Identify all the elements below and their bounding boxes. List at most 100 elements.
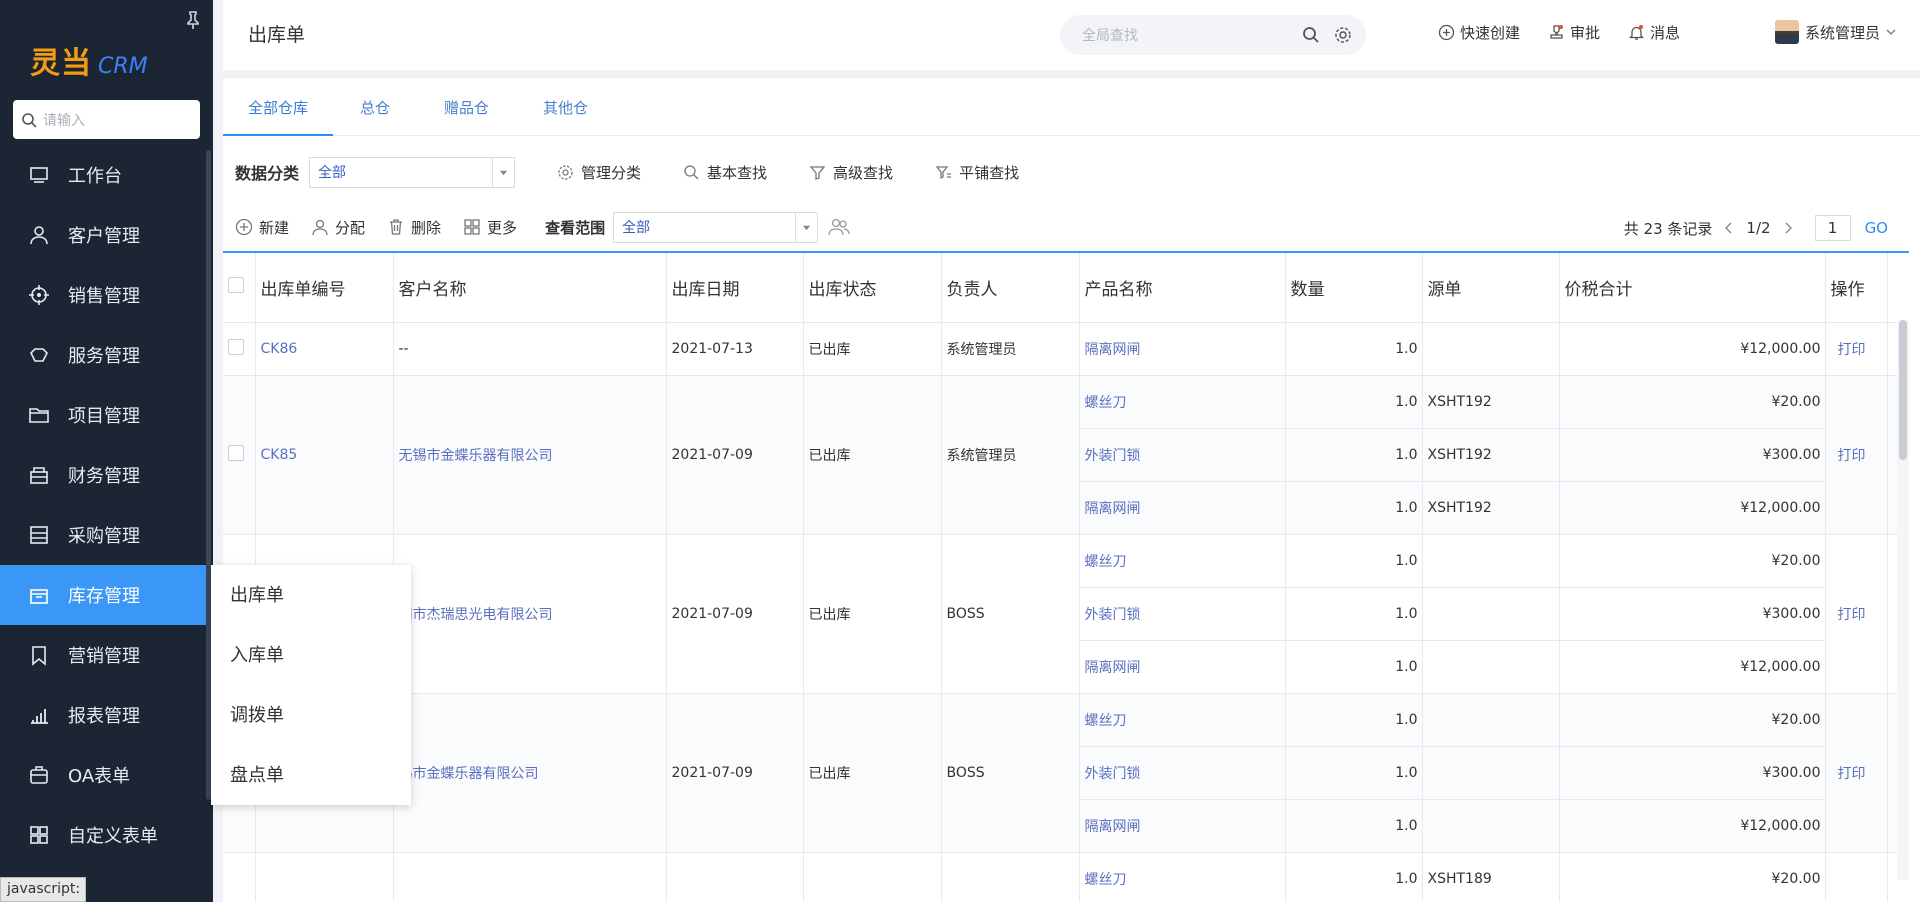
messages-button[interactable]: 消息 [1628,22,1680,43]
page-number-input[interactable]: 1 [1814,215,1851,241]
submenu-stocktake[interactable]: 盘点单 [211,745,411,805]
column-header[interactable]: 产品名称 [1079,253,1286,323]
select-all-checkbox[interactable] [228,276,244,293]
product-name[interactable]: 螺丝刀 [1079,852,1286,902]
quick-create-button[interactable]: 快速创建 [1438,22,1520,43]
product-name[interactable]: 外装门锁 [1079,746,1286,800]
tab-all-warehouses[interactable]: 全部仓库 [223,78,334,136]
data-category-select[interactable]: 全部 [309,156,516,188]
tiled-search-button[interactable]: 平铺查找 [935,162,1019,183]
product-name[interactable]: 螺丝刀 [1079,534,1286,588]
total-with-tax: ¥12,000.00 [1559,640,1826,694]
source-doc [1422,534,1560,588]
sidebar-item-custom-forms[interactable]: 自定义表单 [0,805,213,865]
sidebar-item-inventory[interactable]: 库存管理 [0,565,213,625]
row-checkbox[interactable] [228,338,244,355]
column-header[interactable]: 负责人 [941,253,1080,323]
basic-search-button[interactable]: 基本查找 [683,162,767,183]
column-header[interactable]: 出库日期 [666,253,804,323]
settings-icon[interactable] [1334,26,1352,44]
service-icon [30,348,48,362]
source-doc [1422,640,1560,694]
table-row[interactable]: 螺丝刀 1.0 XSHT189 ¥20.00 [223,852,1909,902]
purchase-icon [30,526,48,544]
order-id[interactable]: CK86 [255,322,394,376]
view-scope-select[interactable]: 全部 [613,211,819,243]
sidebar-item-customers[interactable]: 客户管理 [0,205,213,265]
table-row[interactable]: 圳市杰瑞思光电有限公司 2021-07-09 已出库 BOSS 螺丝刀 1.0 … [223,534,1909,694]
pin-icon[interactable] [183,10,203,30]
product-name[interactable]: 螺丝刀 [1079,375,1286,429]
table-row[interactable]: CK85 无锡市金蝶乐器有限公司 2021-07-09 已出库 系统管理员 螺丝… [223,375,1909,535]
people-icon[interactable] [828,216,850,238]
delete-label: 删除 [411,218,442,237]
print-link[interactable]: 打印 [1825,534,1888,694]
customer-name[interactable]: 无锡市金蝶乐器有限公司 [393,375,667,535]
print-link[interactable]: 打印 [1825,375,1888,535]
product-name[interactable]: 隔离网闸 [1079,322,1286,376]
toolbar: 新建 分配 删除 更多 查看范围 全部 共 23 条记录 1/2 1 GO [235,211,1908,243]
outbound-status [803,852,942,902]
sidebar-item-oa[interactable]: OA表单 [0,745,213,805]
total-with-tax: ¥20.00 [1559,534,1826,588]
top-actions: 快速创建 审批 消息 [1438,22,1708,43]
customer-name[interactable]: 锡市金蝶乐器有限公司 [393,693,667,853]
submenu-outbound[interactable]: 出库单 [211,565,411,625]
new-label: 新建 [259,218,290,237]
product-name[interactable]: 螺丝刀 [1079,693,1286,747]
print-link[interactable]: 打印 [1825,322,1888,376]
sidebar-item-workbench[interactable]: 工作台 [0,145,213,205]
product-name[interactable]: 隔离网闸 [1079,799,1286,853]
submenu-inbound[interactable]: 入库单 [211,625,411,685]
go-button[interactable]: GO [1865,219,1888,237]
sidebar-search-input[interactable]: 请输入 [13,100,200,139]
sidebar-item-sales[interactable]: 销售管理 [0,265,213,325]
customer-name[interactable]: 圳市杰瑞思光电有限公司 [393,534,667,694]
search-icon[interactable] [1302,26,1320,44]
product-name[interactable]: 隔离网闸 [1079,640,1286,694]
global-search-input[interactable]: 全局查找 [1060,15,1366,55]
sidebar-item-finance[interactable]: 财务管理 [0,445,213,505]
submenu-transfer[interactable]: 调拨单 [211,685,411,745]
sidebar-item-marketing[interactable]: 营销管理 [0,625,213,685]
print-link[interactable]: 打印 [1825,693,1888,853]
app-logo: 灵当 CRM [30,38,148,81]
advanced-search-button[interactable]: 高级查找 [809,162,893,183]
order-id[interactable]: CK85 [255,375,394,535]
tab-other-warehouse[interactable]: 其他仓 [516,78,615,136]
tab-gift-warehouse[interactable]: 赠品仓 [417,78,516,136]
table-scrollbar[interactable] [1899,320,1907,460]
column-header[interactable]: 数量 [1285,253,1423,323]
more-button[interactable]: 更多 [463,217,517,238]
delete-button[interactable]: 删除 [387,217,441,238]
sidebar-item-reports[interactable]: 报表管理 [0,685,213,745]
row-checkbox[interactable] [228,444,244,461]
chevron-right-icon[interactable] [1781,221,1795,235]
product-name[interactable]: 外装门锁 [1079,587,1286,641]
approval-button[interactable]: 审批 [1548,22,1600,43]
table-row[interactable]: CK86 -- 2021-07-13 已出库 系统管理员 隔离网闸 1.0 ¥1… [223,322,1909,376]
sidebar-item-service[interactable]: 服务管理 [0,325,213,385]
tab-main-warehouse[interactable]: 总仓 [333,78,417,136]
user-menu[interactable]: 系统管理员 [1775,20,1896,44]
sidebar-item-projects[interactable]: 项目管理 [0,385,213,445]
column-header[interactable]: 出库单编号 [255,253,394,323]
sidebar: 灵当 CRM 请输入 工作台 客户管理 销售管理 服务管理 项目管理 财务管理 [0,0,213,902]
manage-category-button[interactable]: 管理分类 [557,162,641,183]
column-header[interactable]: 客户名称 [393,253,667,323]
chevron-left-icon[interactable] [1722,221,1736,235]
new-button[interactable]: 新建 [235,217,289,238]
column-header[interactable]: 源单 [1422,253,1560,323]
product-name[interactable]: 外装门锁 [1079,428,1286,482]
tiled-search-label: 平铺查找 [959,163,1020,182]
assign-button[interactable]: 分配 [311,217,365,238]
order-id[interactable] [255,852,394,902]
table-row[interactable]: 锡市金蝶乐器有限公司 2021-07-09 已出库 BOSS 螺丝刀 1.0 ¥… [223,693,1909,853]
approval-label: 审批 [1570,24,1601,42]
column-header[interactable]: 出库状态 [803,253,942,323]
column-header[interactable]: 价税合计 [1559,253,1826,323]
product-name[interactable]: 隔离网闸 [1079,481,1286,535]
sidebar-item-purchase[interactable]: 采购管理 [0,505,213,565]
owner: 系统管理员 [941,375,1080,535]
data-category-label: 数据分类 [235,164,300,183]
